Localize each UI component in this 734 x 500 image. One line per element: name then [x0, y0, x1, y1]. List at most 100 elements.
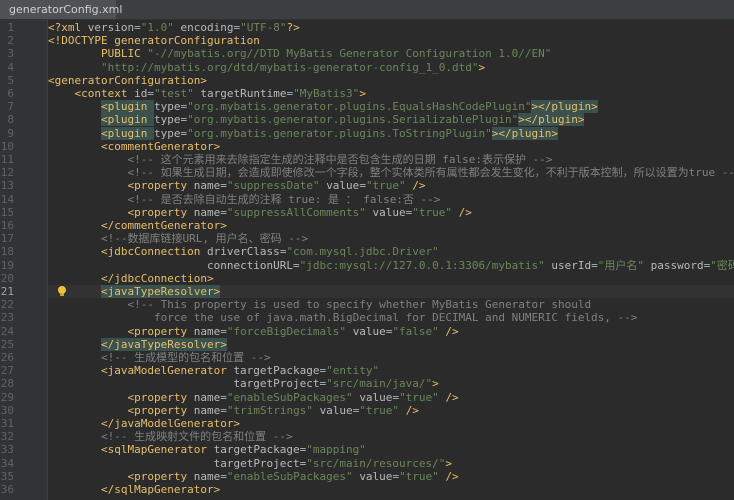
code-line[interactable]: </commentGenerator>: [48, 219, 227, 232]
intention-bulb-icon[interactable]: [56, 285, 68, 297]
code-line[interactable]: "http://mybatis.org/dtd/mybatis-generato…: [48, 61, 485, 74]
token-tag: >: [359, 87, 366, 100]
code-line[interactable]: <?xml version="1.0" encoding="UTF-8"?>: [48, 21, 300, 34]
code-line[interactable]: PUBLIC "-//mybatis.org//DTD MyBatis Gene…: [48, 47, 551, 60]
code-line[interactable]: <!DOCTYPE generatorConfiguration: [48, 34, 260, 47]
code-line[interactable]: <property name="enableSubPackages" value…: [48, 469, 458, 483]
token-val: "enableSubPackages": [226, 469, 353, 483]
code-line[interactable]: <context id="test" targetRuntime="MyBati…: [48, 87, 366, 100]
code-line[interactable]: targetProject="src/main/resources/">: [48, 457, 452, 470]
code-line[interactable]: <!-- 这个元素用来去除指定生成的注释中是否包含生成的日期 false:表示保…: [48, 153, 552, 166]
code-line[interactable]: <!-- 是否去除自动生成的注释 true: 是 ： false:否 -->: [48, 193, 440, 206]
token-attr: value: [326, 179, 360, 193]
code-line[interactable]: </jdbcConnection>: [48, 272, 214, 285]
token-attr: password: [650, 258, 704, 272]
token-plain: =: [220, 469, 227, 483]
code-line[interactable]: </javaModelGenerator>: [48, 417, 240, 430]
code-line[interactable]: <sqlMapGenerator targetPackage="mapping": [48, 443, 366, 456]
code-line[interactable]: targetProject="src/main/java/">: [48, 377, 438, 390]
code-line[interactable]: <!--数据库链接URL, 用户名、密码 -->: [48, 232, 308, 245]
token-plain: =: [591, 258, 598, 272]
token-decl: ?>: [286, 21, 300, 34]
code-line[interactable]: connectionURL="jdbc:mysql://127.0.0.1:33…: [48, 259, 734, 272]
token-tag: </commentGenerator>: [100, 219, 227, 232]
token-attr: name: [193, 324, 221, 338]
token-val: "test": [153, 87, 194, 100]
code-line[interactable]: force the use of java.math.BigDecimal fo…: [48, 311, 637, 324]
token-val: "用户名": [597, 258, 644, 272]
line-number: 31: [0, 417, 14, 430]
code-line[interactable]: <plugin type="org.mybatis.generator.plug…: [48, 100, 598, 114]
code-line[interactable]: </javaTypeResolver>: [48, 337, 227, 351]
token-val: "-//mybatis.org//DTD MyBatis Generator C…: [147, 47, 552, 61]
code-line[interactable]: </sqlMapGenerator>: [48, 483, 220, 496]
token-tag: <javaModelGenerator: [100, 364, 234, 378]
code-line[interactable]: <property name="suppressAllComments" val…: [48, 205, 471, 219]
token-tag: >: [445, 456, 452, 470]
token-tag: <sqlMapGenerator: [100, 443, 214, 457]
token-tag: />: [405, 403, 419, 417]
token-cmt: <!-- 如果生成日期，会造成即使修改一个字段，整个实体类所有属性都会发生变化，…: [127, 166, 734, 180]
line-number: 13: [0, 179, 14, 193]
code-line[interactable]: <generatorConfiguration>: [48, 74, 207, 87]
token-val: "org.mybatis.generator.plugins.EqualsHas…: [187, 100, 532, 114]
line-number: 30: [0, 403, 14, 417]
token-cmt: <!-- 是否去除自动生成的注释 true: 是 ： false:否 -->: [127, 192, 441, 206]
code-line[interactable]: <commentGenerator>: [48, 140, 220, 153]
code-line[interactable]: <plugin type="org.mybatis.generator.plug…: [48, 126, 558, 140]
code-line[interactable]: <!-- 如果生成日期，会造成即使修改一个字段，整个实体类所有属性都会发生变化，…: [48, 166, 734, 179]
line-number-gutter: 1 2 3 4 5 6 7 8 9 10 11 12 13 14 15 16 17 18 19 20 21 22 23 24 2…: [0, 19, 48, 500]
token-val: "UTF-8": [240, 21, 287, 34]
code-line[interactable]: <!-- This property is used to specify wh…: [48, 298, 591, 311]
code-editor[interactable]: <?xml version="1.0" encoding="UTF-8"?> <!…: [48, 19, 734, 500]
line-number: 15: [0, 205, 14, 219]
code-line[interactable]: <property name="suppressDate" value="tru…: [48, 179, 425, 193]
line-number: 1: [7, 21, 14, 34]
code-line[interactable]: <property name="forceBigDecimals" value=…: [48, 324, 458, 338]
code-line[interactable]: <property name="enableSubPackages" value…: [48, 390, 459, 404]
token-val: "密码": [710, 258, 734, 272]
token-val: "trimStrings": [226, 403, 313, 417]
token-plain: =: [220, 324, 227, 338]
code-line[interactable]: <!-- 生成模型的包名和位置 -->: [48, 351, 271, 364]
token-val: "mapping": [306, 443, 366, 457]
code-line[interactable]: <javaTypeResolver>: [48, 285, 734, 299]
token-val: "jdbc:mysql://127.0.0.1:3306/mybatis": [299, 258, 545, 272]
code-line[interactable]: <jdbcConnection driverClass="com.mysql.j…: [48, 245, 439, 258]
token-tag: />: [445, 390, 459, 404]
token-val: "true": [412, 205, 453, 219]
token-plain: =: [220, 403, 227, 417]
token-val: "http://mybatis.org/dtd/mybatis-generato…: [100, 60, 479, 74]
line-number: 3: [7, 47, 14, 61]
line-number: 29: [0, 390, 14, 404]
tab-generatorconfig-xml[interactable]: generatorConfig.xml: [0, 0, 122, 19]
token-tag: <property: [127, 205, 194, 219]
line-number: 9: [7, 126, 14, 140]
code-line[interactable]: <!-- 生成映射文件的包名和位置 -->: [48, 430, 293, 443]
code-line[interactable]: <property name="trimStrings" value="true…: [48, 403, 419, 417]
code-line[interactable]: <javaModelGenerator targetPackage="entit…: [48, 364, 379, 377]
line-number: 25: [0, 337, 14, 351]
code-line[interactable]: <plugin type="org.mybatis.generator.plug…: [48, 113, 585, 127]
token-decl: <!DOCTYPE generatorConfiguration: [48, 34, 260, 48]
line-number: 8: [7, 113, 14, 127]
token-val: "src/main/resources/": [306, 456, 446, 470]
token-val: "suppressAllComments": [226, 205, 366, 219]
line-number: 17: [0, 232, 14, 246]
token-attr: encoding: [180, 21, 234, 34]
